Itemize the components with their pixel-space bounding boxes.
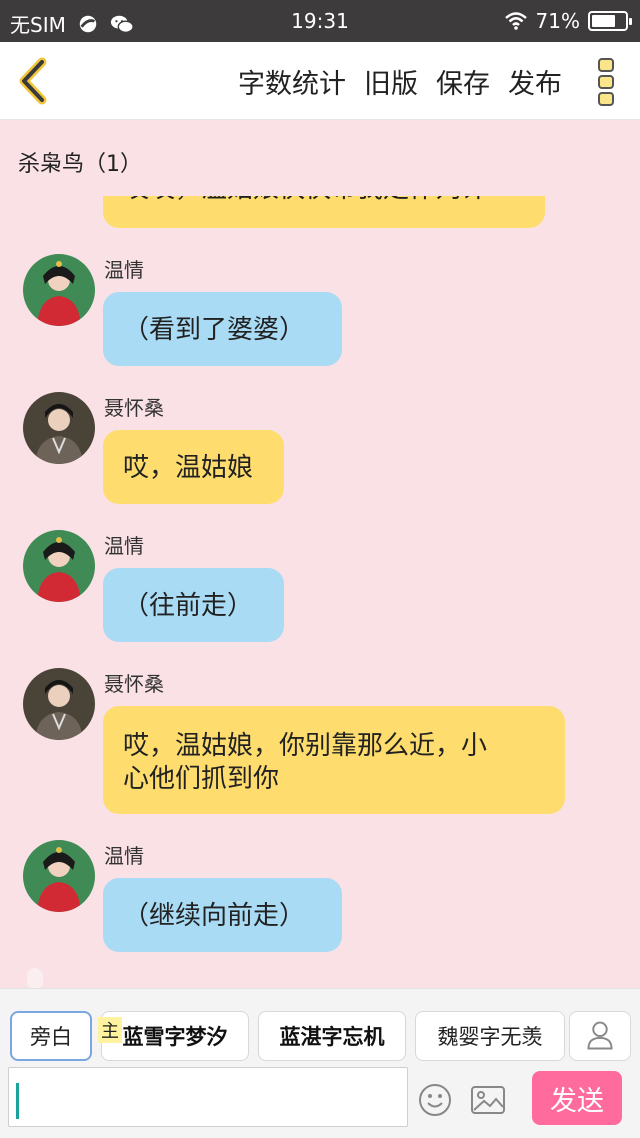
host-tag: 主 [98,1017,122,1043]
wifi-icon [504,12,527,30]
save-button[interactable]: 保存 [436,62,490,101]
compose-panel: 旁白 蓝雪字梦汐 主 蓝湛字忘机 魏婴字无羡 发送 [0,988,640,1138]
avatar-nie-huaisang[interactable] [23,668,95,740]
sender-name: 聂怀桑 [104,672,164,696]
sender-name: 温情 [104,844,144,868]
battery-percent: 71% [535,9,580,33]
avatar-wenqing[interactable] [23,254,95,326]
status-bar: 无SIM 19:31 71% [0,0,640,42]
text-caret [16,1083,19,1119]
sender-name: 温情 [104,534,144,558]
message-line: 哎，温姑娘，你别靠那么近，小 [123,731,488,761]
status-right: 71% [504,9,632,33]
toolbar-actions: 字数统计 旧版 保存 发布 [238,62,562,101]
image-icon[interactable] [470,1085,506,1115]
battery-icon [588,11,632,31]
message-input[interactable] [8,1067,408,1127]
partial-message-bubble: 哎哎，温姑娘快快带我走作判计 [103,196,545,228]
message-bubble[interactable]: 哎，温姑娘，你别靠那么近，小 心他们抓到你 [103,706,565,814]
role-narrator[interactable]: 旁白 [10,1011,92,1061]
message-line: 心他们抓到你 [123,763,280,794]
more-menu-icon[interactable] [596,56,616,108]
role-wei-ying[interactable]: 魏婴字无羡 [415,1011,565,1061]
scroll-handle[interactable] [27,968,43,990]
person-icon [587,1021,613,1050]
old-version-button[interactable]: 旧版 [364,62,418,101]
message-bubble[interactable]: （往前走） [103,568,284,642]
emoji-icon[interactable] [418,1083,452,1117]
avatar-nie-huaisang[interactable] [23,392,95,464]
send-button[interactable]: 发送 [532,1071,622,1125]
sender-name: 聂怀桑 [104,396,164,420]
avatar-wenqing[interactable] [23,840,95,912]
message-bubble[interactable]: 哎，温姑娘 [103,430,284,504]
sender-name: 温情 [104,258,144,282]
editor-toolbar: 字数统计 旧版 保存 发布 [0,42,640,120]
message-bubble[interactable]: （看到了婆婆） [103,292,342,366]
word-count-button[interactable]: 字数统计 [238,62,346,101]
battery-fill [592,15,615,27]
publish-button[interactable]: 发布 [508,62,562,101]
message-bubble[interactable]: （继续向前走） [103,878,342,952]
role-lan-xue[interactable]: 蓝雪字梦汐 [101,1011,249,1061]
role-lan-zhan[interactable]: 蓝湛字忘机 [258,1011,406,1061]
chat-title: 杀枭鸟（1） [18,152,142,177]
partial-message-text: 哎哎，温姑娘快快带我走作判计 [123,196,487,205]
avatar-wenqing[interactable] [23,530,95,602]
chat-messages[interactable]: 哎哎，温姑娘快快带我走作判计 温情 （看到了婆婆） 聂怀桑 哎，温姑娘 温情 （… [0,196,640,986]
back-arrow-icon[interactable] [14,56,54,106]
add-role-button[interactable] [569,1011,631,1061]
